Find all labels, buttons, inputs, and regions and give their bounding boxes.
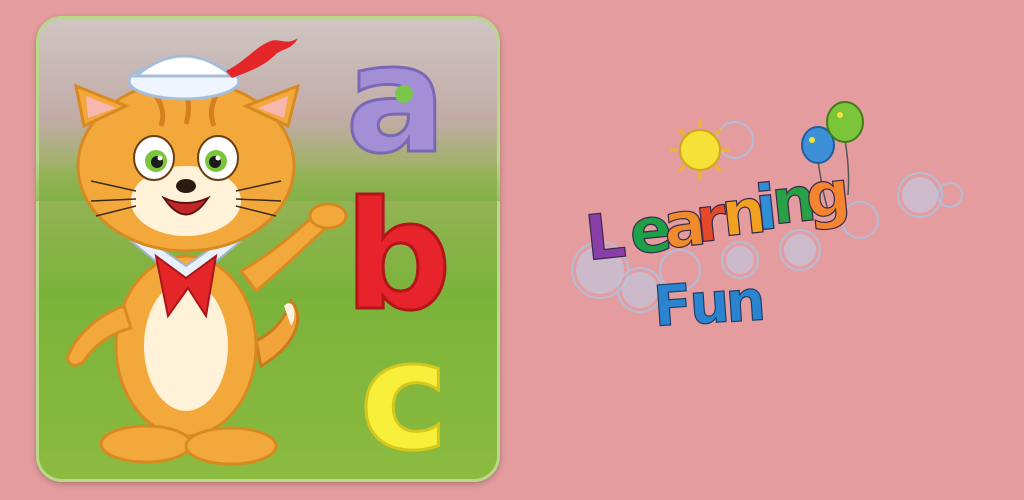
learning-letter: g: [802, 156, 854, 233]
letter-c: c: [360, 310, 449, 482]
logo-artwork: Learning Fun: [571, 101, 963, 341]
learning-letter: L: [582, 198, 629, 275]
letters-group: a b c: [343, 16, 453, 482]
title-line-2: Fun: [651, 268, 769, 341]
learning-fun-logo: Learning Fun: [560, 100, 980, 350]
letter-a: a: [345, 16, 446, 187]
letter-a-hole: [395, 85, 413, 103]
sun-icon: [670, 120, 730, 180]
app-icon-card: a b c: [36, 16, 500, 482]
fun-letter: n: [723, 268, 767, 336]
